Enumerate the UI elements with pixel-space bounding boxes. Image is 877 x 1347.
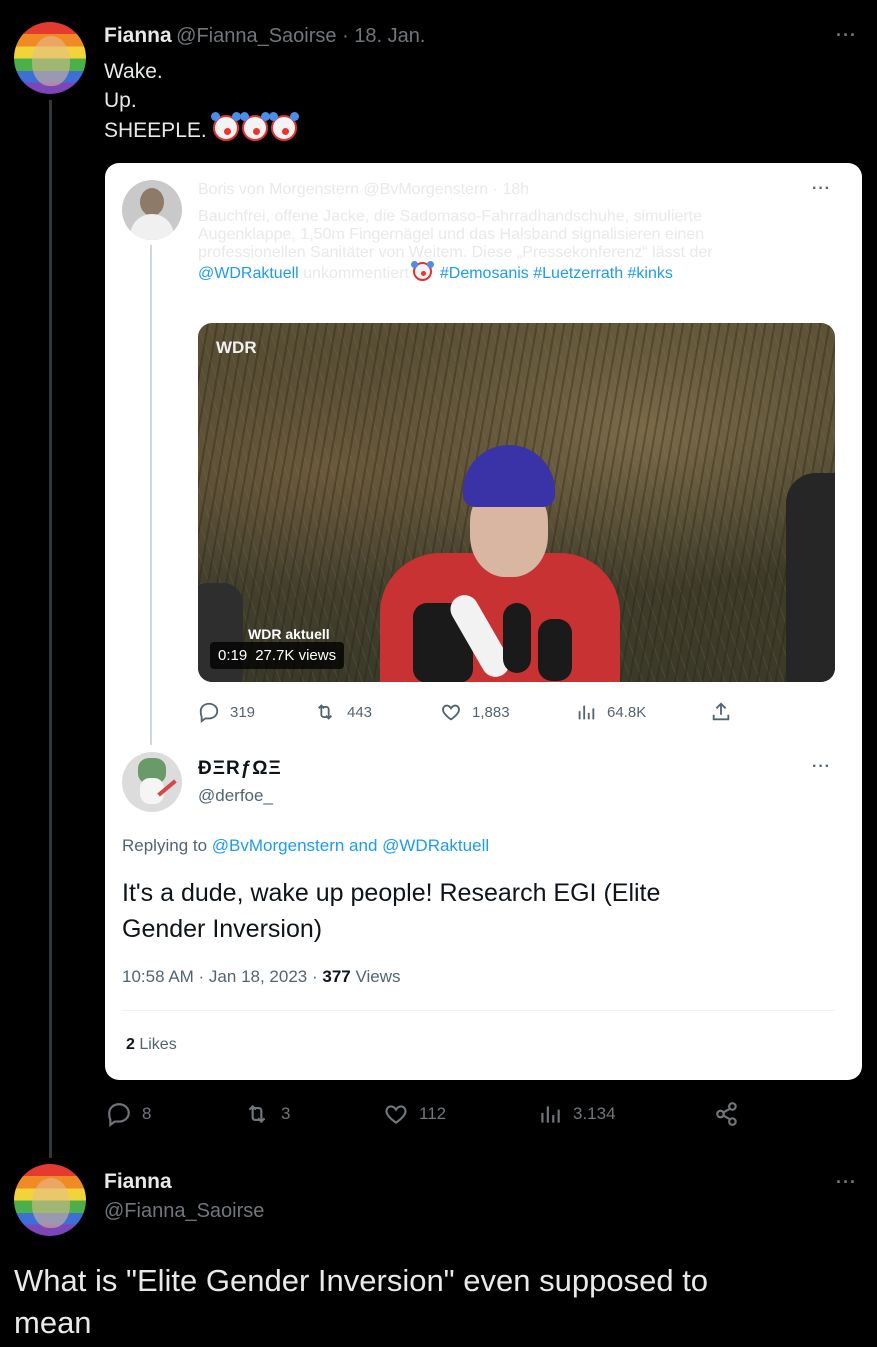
retweet-icon — [248, 1104, 266, 1124]
heart-icon — [442, 704, 460, 721]
video-stats-badge: 0:19 27.7K views — [210, 642, 345, 669]
reply-count: 8 — [142, 1104, 152, 1123]
like-count: 1,883 — [472, 703, 510, 721]
like-button[interactable]: 112 — [383, 1101, 446, 1127]
reply-timestamp: 10:58 AM · Jan 18, 2023 · 377 Views — [122, 967, 401, 987]
quote-author-handle-time[interactable]: @BvMorgenstern · 18h — [363, 181, 529, 198]
tweet-text-line: Up. — [104, 89, 137, 112]
retweet-count: 443 — [347, 703, 373, 721]
views-button[interactable]: 3.134 — [537, 1101, 616, 1127]
reply-button[interactable]: 319 — [198, 701, 255, 723]
reply-views-label: Views — [350, 967, 401, 986]
more-options-icon[interactable]: ··· — [836, 1172, 857, 1193]
mention-link[interactable]: @WDRaktuell — [198, 265, 299, 282]
avatar[interactable] — [14, 22, 86, 94]
author-name[interactable]: Fianna — [104, 24, 172, 47]
like-count: 112 — [419, 1104, 447, 1123]
divider — [122, 1010, 835, 1011]
tweet-text-line: SHEEPLE. — [104, 118, 207, 142]
clown-emoji-icon — [210, 112, 300, 145]
quote-text-fragment: unkommentiert — [298, 265, 414, 282]
tweet-text-line: Wake. — [104, 60, 163, 83]
video-views: 27.7K views — [255, 647, 337, 664]
tweet-header: Fianna @Fianna_Saoirse · 18. Jan. — [104, 24, 425, 48]
replying-to-prefix: Replying to — [122, 836, 212, 855]
more-options-icon[interactable]: ··· — [812, 758, 831, 776]
retweet-button[interactable]: 3 — [243, 1101, 290, 1127]
share-icon — [712, 702, 730, 721]
reply-text: It's a dude, wake up people! Research EG… — [122, 875, 660, 947]
views-button[interactable]: 64.8K — [575, 701, 646, 723]
quote-text-line: Augenklappe, 1,50m Fingernägel und das H… — [198, 226, 705, 243]
reply-count: 319 — [230, 703, 256, 721]
retweet-count: 3 — [281, 1104, 291, 1123]
avatar[interactable] — [14, 1164, 86, 1236]
reply-time[interactable]: 10:58 AM · Jan 18, 2023 · — [122, 967, 322, 986]
reply-likes-count: 2 — [126, 1036, 135, 1053]
reply-author-name[interactable]: ÐΞRƒΩΞ — [198, 758, 282, 780]
tweet-text-line: mean — [14, 1305, 92, 1340]
quote-text: Bauchfrei, offene Jacke, die Sadomaso-Fa… — [198, 208, 828, 283]
hashtag-links[interactable]: #Demosanis #Luetzerrath #kinks — [440, 265, 673, 282]
author-handle-date[interactable]: @Fianna_Saoirse · 18. Jan. — [176, 25, 425, 47]
video-player[interactable]: WDR WDR aktuell 0:19 27.7K views — [198, 323, 835, 682]
reply-views-count: 377 — [322, 967, 351, 986]
video-duration: 0:19 — [218, 647, 248, 664]
reply-text-line: It's a dude, wake up people! Research EG… — [122, 879, 661, 907]
reply-icon — [108, 1103, 130, 1127]
analytics-icon — [541, 1106, 560, 1123]
views-count: 3.134 — [573, 1104, 616, 1123]
quote-author-name[interactable]: Boris von Morgenstern — [198, 181, 359, 198]
tweet-text-line: What is "Elite Gender Inversion" even su… — [14, 1263, 709, 1298]
tweet-text: Wake. Up. SHEEPLE. — [104, 57, 300, 145]
more-options-icon[interactable]: ··· — [836, 25, 857, 46]
retweet-button[interactable]: 443 — [313, 701, 372, 723]
wdr-logo: WDR — [216, 338, 257, 357]
quote-text-line: professionellen Sanitäter von Weitem. Di… — [198, 244, 713, 261]
retweet-icon — [317, 704, 333, 720]
reply-likes-label: Likes — [134, 1036, 177, 1053]
views-count: 64.8K — [607, 703, 647, 721]
quote-header: Boris von Morgenstern @BvMorgenstern · 1… — [198, 181, 529, 199]
reply-icon — [199, 702, 219, 723]
like-button[interactable]: 1,883 — [440, 701, 510, 723]
quote-thread-line — [150, 245, 152, 745]
reply-button[interactable]: 8 — [106, 1101, 151, 1127]
author-name[interactable]: Fianna — [104, 1170, 172, 1194]
share-button[interactable] — [714, 1101, 740, 1127]
clown-emoji-icon — [411, 261, 435, 281]
thread-connector-line — [49, 100, 52, 1158]
author-handle[interactable]: @Fianna_Saoirse — [104, 1200, 264, 1223]
reply-text-line: Gender Inversion) — [122, 915, 323, 943]
replying-to-mentions[interactable]: @BvMorgenstern and @WDRaktuell — [212, 836, 489, 855]
reply-author-handle[interactable]: @derfoe_ — [198, 786, 273, 806]
video-ticker: WDR aktuell — [248, 626, 330, 642]
share-button[interactable] — [710, 701, 732, 723]
avatar[interactable] — [122, 752, 182, 812]
reply-likes[interactable]: 2 Likes — [126, 1036, 177, 1054]
heart-icon — [385, 1105, 407, 1124]
tweet-text: What is "Elite Gender Inversion" even su… — [14, 1260, 708, 1344]
analytics-icon — [578, 705, 595, 720]
replying-to: Replying to @BvMorgenstern and @WDRaktue… — [122, 836, 489, 856]
more-options-icon[interactable]: ··· — [812, 180, 831, 198]
avatar[interactable] — [122, 180, 182, 240]
quote-text-line: Bauchfrei, offene Jacke, die Sadomaso-Fa… — [198, 208, 702, 225]
share-icon — [716, 1102, 737, 1126]
